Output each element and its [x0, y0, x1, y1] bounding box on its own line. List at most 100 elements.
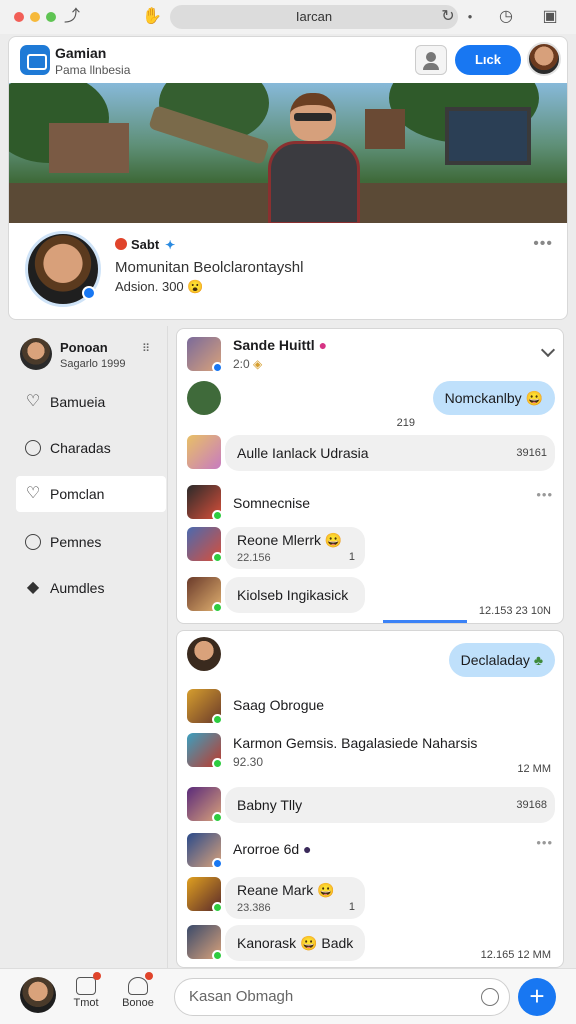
sidebar-user-name: Ponoan [60, 340, 108, 355]
chat-header[interactable]: Sande Huittl ● 2:0 ◈ [177, 337, 563, 377]
profile-meta: Adsion. 300 😮 [115, 279, 204, 294]
sidebar-avatar [20, 338, 52, 370]
chevron-down-icon[interactable] [540, 342, 556, 358]
more-options-icon[interactable]: ••• [533, 235, 553, 253]
sidebar-item-bamueia[interactable]: ♡ Bamueia [16, 384, 166, 420]
user-profile-button[interactable] [415, 45, 447, 75]
app-header-card: Gamian Pama llnbesia Lıck Sabt ✦ Momunita… [8, 36, 568, 320]
grid-icon[interactable]: ⠿ [142, 342, 150, 355]
tab-bonoe[interactable]: Bonoe [116, 972, 160, 1017]
contact-avatar [187, 689, 223, 725]
message-time: 219 [396, 417, 415, 429]
contact-avatar [187, 485, 223, 521]
list-item[interactable]: Kiolseb Ingikasick 12.153 23 10N [177, 577, 563, 617]
message-bubble: Kanorask 😀 Badk [225, 925, 365, 961]
outgoing-message[interactable]: Nomckanlby 😀 [432, 381, 555, 415]
minimize-window-icon[interactable] [30, 12, 40, 22]
heart-icon: ♡ [25, 485, 41, 502]
message-row: Nomckanlby 😀 219 [177, 381, 563, 429]
tab-label: Tmot [73, 997, 99, 1009]
new-message-button[interactable]: + [518, 978, 556, 1016]
message-text: Arorroe 6d ● [233, 841, 312, 857]
contact-avatar [187, 833, 223, 869]
share-icon[interactable]: ⤴ [62, 7, 82, 27]
contact-avatar [187, 637, 221, 671]
contact-avatar [187, 577, 223, 613]
outgoing-message[interactable]: Declaladay ♣ [448, 643, 555, 677]
message-meta: 39168 [516, 799, 547, 811]
avatar[interactable] [20, 977, 56, 1013]
list-item[interactable]: Reone Mlerrk 😀 22.156 1 [177, 527, 563, 569]
profile-description: Momunitan Beolclarontayshl [115, 259, 304, 276]
compose-input[interactable]: Kasan Obmagh [174, 978, 510, 1016]
cover-banner-image [9, 83, 567, 223]
tab-tmot[interactable]: Tmot [64, 972, 108, 1017]
inbox-icon [76, 972, 101, 995]
message-text: Somnecnise [233, 495, 311, 511]
message-meta: 12.165 12 MM [480, 949, 551, 961]
address-bar[interactable]: Iаrcan [170, 5, 458, 29]
clock-icon [25, 440, 41, 456]
chat-panel-1: Sande Huittl ● 2:0 ◈ Nomckanlby 😀 219 Au… [176, 328, 564, 624]
app-logo-icon [20, 45, 50, 75]
contact-avatar [187, 787, 223, 823]
timer-icon[interactable]: ◷ [496, 7, 516, 27]
message-text: Saag Obrogue [233, 697, 325, 713]
primary-action-button[interactable]: Lıck [455, 45, 521, 75]
bell-icon [128, 972, 153, 995]
sidebar-item-label: Pemnes [50, 534, 102, 550]
message-meta: 1 [348, 901, 355, 913]
more-options-icon[interactable]: ••• [536, 487, 553, 502]
sidebar-user[interactable]: Ponoan Sagarlo 1999 ⠿ [18, 336, 158, 376]
tab-label: Bonoe [122, 997, 154, 1009]
sparkle-icon: ✦ [165, 238, 176, 252]
contact-avatar [187, 925, 223, 961]
list-item[interactable]: Karmon Gemsis. Bagalasiede Naharsis 92.3… [177, 733, 563, 775]
sidebar-item-pomclan[interactable]: ♡ Pomclan [16, 476, 166, 512]
message-meta: 12 MM [517, 763, 551, 775]
sidebar-item-pemnes[interactable]: Pemnes [16, 524, 166, 560]
live-icon [115, 238, 127, 250]
list-item[interactable]: Somnecnise ••• [177, 485, 563, 525]
message-row: Declaladay ♣ [177, 637, 563, 677]
message-bubble: Reane Mark 😀 23.386 [225, 877, 365, 919]
contact-avatar [187, 381, 221, 415]
contact-avatar [187, 337, 223, 373]
message-meta: 39161 [516, 447, 547, 459]
account-avatar[interactable] [527, 42, 561, 76]
status-dot-icon: ● [467, 12, 473, 21]
diamond-icon: ◆ [26, 579, 40, 596]
tabs-icon[interactable]: ▣ [540, 7, 560, 27]
maximize-window-icon[interactable] [46, 12, 56, 22]
message-bubble: Reone Mlerrk 😀 22.156 [225, 527, 365, 569]
hand-icon[interactable]: ✋ [142, 7, 162, 27]
app-title: Gamian [55, 45, 107, 61]
bottom-bar: Tmot Bonoe Kasan Obmagh + [0, 968, 576, 1024]
list-item[interactable]: Babny Tlly 39168 [177, 787, 563, 827]
close-window-icon[interactable] [14, 12, 24, 22]
sidebar-user-sub: Sagarlo 1999 [60, 358, 126, 370]
message-text: Karmon Gemsis. Bagalasiede Naharsis [233, 735, 478, 751]
verified-badge-icon [82, 286, 96, 300]
list-item[interactable]: Saag Obrogue [177, 689, 563, 729]
orb-icon: ● [303, 841, 312, 857]
sidebar-item-charadas[interactable]: Charadas [16, 430, 166, 466]
reload-icon[interactable]: ↻ [438, 7, 458, 27]
check-icon[interactable] [481, 988, 499, 1006]
list-item[interactable]: Reane Mark 😀 23.386 1 [177, 877, 563, 919]
message-meta: 12.153 23 10N [478, 605, 551, 617]
contact-sub: 2:0 ◈ [233, 357, 263, 371]
message-bubble: Aulle Ianlack Udrasia [225, 435, 555, 471]
list-item[interactable]: Arorroe 6d ● ••• [177, 833, 563, 873]
profile-name: Sabt [131, 237, 160, 252]
profile-name-row: Sabt ✦ [115, 237, 175, 252]
sidebar-item-aumdles[interactable]: ◆ Aumdles [16, 570, 166, 606]
more-options-icon[interactable]: ••• [536, 835, 553, 850]
clock-icon [25, 534, 41, 550]
message-meta: 1 [348, 551, 355, 563]
profile-avatar[interactable] [25, 231, 101, 307]
message-bubble: Babny Tlly [225, 787, 555, 823]
list-item[interactable]: Aulle Ianlack Udrasia 39161 [177, 435, 563, 475]
character-icon: ♣ [533, 652, 543, 668]
list-item[interactable]: Kanorask 😀 Badk 12.165 12 MM [177, 925, 563, 965]
